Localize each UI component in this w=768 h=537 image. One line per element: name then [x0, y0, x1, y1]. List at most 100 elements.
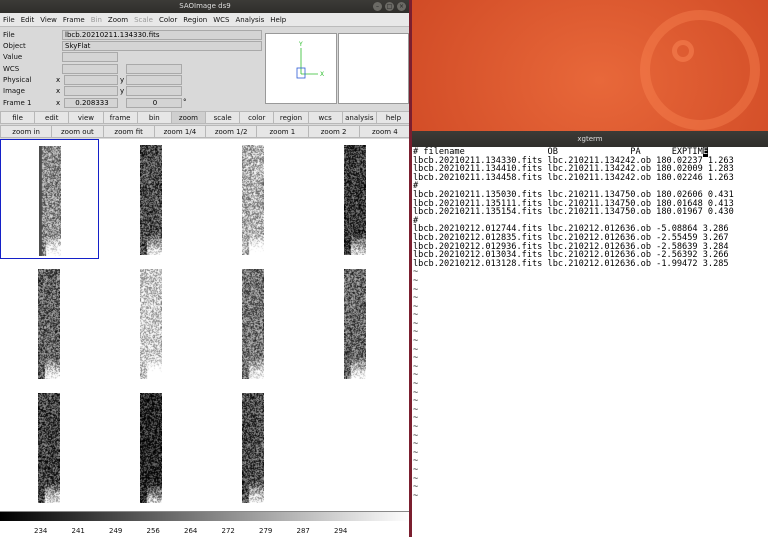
colorbar-scale: 234 241 249 256 264 272 279 287 294 [0, 521, 410, 537]
image-tile[interactable] [204, 263, 303, 383]
terminal-output[interactable]: # filename OB PA EXPTIME lbcb.20210211.13… [412, 147, 768, 500]
image-strip [344, 269, 366, 379]
terminal-empty-line: ~ [413, 320, 768, 329]
close-icon[interactable]: × [397, 2, 406, 11]
colorbar-tick-label: 256 [147, 527, 160, 535]
ds9-title: SAOImage ds9 [179, 2, 230, 10]
button-zoom-1-2[interactable]: zoom 1/2 [205, 125, 257, 138]
colorbar-tick-label: 279 [259, 527, 272, 535]
image-strip [242, 269, 264, 379]
button-zoom[interactable]: zoom [171, 111, 206, 124]
frame-x-label: x [56, 99, 60, 107]
terminal-empty-line: ~ [413, 380, 768, 389]
colorbar-tick-label: 264 [184, 527, 197, 535]
zoom-button-bar: zoom in zoom out zoom fit zoom 1/4 zoom 1/2 z… [0, 125, 410, 138]
image-tile[interactable] [0, 387, 99, 507]
maximize-icon[interactable]: □ [385, 2, 394, 11]
button-frame[interactable]: frame [103, 111, 138, 124]
image-tile[interactable] [102, 387, 201, 507]
menu-zoom[interactable]: Zoom [108, 16, 128, 24]
image-tile[interactable] [102, 139, 201, 259]
window-controls: – □ × [373, 2, 406, 11]
terminal-line: lbcb.20210211.134458.fits lbc.210211.134… [413, 174, 768, 183]
menu-region[interactable]: Region [183, 16, 207, 24]
button-edit[interactable]: edit [34, 111, 69, 124]
button-help[interactable]: help [376, 111, 410, 124]
menu-color[interactable]: Color [159, 16, 177, 24]
terminal-empty-line: ~ [413, 440, 768, 449]
image-strip [39, 146, 61, 256]
menu-scale[interactable]: Scale [134, 16, 153, 24]
colorbar-tick-label: 234 [34, 527, 47, 535]
button-zoom-2[interactable]: zoom 2 [308, 125, 360, 138]
terminal-empty-line: ~ [413, 294, 768, 303]
menu-analysis[interactable]: Analysis [235, 16, 264, 24]
image-strip [38, 393, 60, 503]
terminal-empty-line: ~ [413, 397, 768, 406]
button-zoom-1[interactable]: zoom 1 [256, 125, 308, 138]
wcs-label: WCS [3, 65, 19, 73]
ds9-menubar: File Edit View Frame Bin Zoom Scale Color Region… [0, 13, 410, 27]
terminal-empty-line: ~ [413, 449, 768, 458]
image-frame-area[interactable] [0, 139, 410, 511]
button-bar: file edit view frame bin zoom scale color region… [0, 111, 410, 124]
image-y-label: y [120, 87, 124, 95]
xgterm-titlebar[interactable]: xgterm [412, 131, 768, 147]
button-scale[interactable]: scale [205, 111, 240, 124]
button-zoom-in[interactable]: zoom in [0, 125, 52, 138]
image-label: Image [3, 87, 25, 95]
image-strip [140, 269, 162, 379]
terminal-empty-line: ~ [413, 492, 768, 501]
physical-label: Physical [3, 76, 31, 84]
value-label: Value [3, 53, 22, 61]
image-tile[interactable] [306, 263, 405, 383]
terminal-line: lbcb.20210211.135154.fits lbc.210211.134… [413, 208, 768, 217]
image-strip [140, 393, 162, 503]
terminal-empty-line: ~ [413, 371, 768, 380]
image-tile[interactable] [0, 263, 99, 383]
image-tile[interactable] [102, 263, 201, 383]
file-field: lbcb.20210211.134330.fits [62, 30, 262, 40]
button-zoom-1-4[interactable]: zoom 1/4 [154, 125, 206, 138]
menu-file[interactable]: File [3, 16, 15, 24]
panner-x-axis: X [320, 71, 324, 78]
panner[interactable]: Y X [265, 33, 337, 104]
menu-edit[interactable]: Edit [21, 16, 35, 24]
xgterm-window: xgterm # filename OB PA EXPTIME lbcb.2021… [412, 131, 768, 537]
button-color[interactable]: color [239, 111, 274, 124]
wallpaper-ubuntu-dot [672, 40, 694, 62]
button-view[interactable]: view [68, 111, 103, 124]
menu-help[interactable]: Help [270, 16, 286, 24]
button-zoom-4[interactable]: zoom 4 [359, 125, 410, 138]
terminal-empty-line: ~ [413, 406, 768, 415]
wcs-y-field [126, 64, 182, 74]
image-tile[interactable] [0, 139, 99, 259]
terminal-empty-line: ~ [413, 466, 768, 475]
ds9-titlebar[interactable]: SAOImage ds9 – □ × [0, 0, 410, 13]
minimize-icon[interactable]: – [373, 2, 382, 11]
button-file[interactable]: file [0, 111, 35, 124]
button-region[interactable]: region [273, 111, 308, 124]
terminal-line: lbcb.20210212.013128.fits lbc.210212.012… [413, 260, 768, 269]
button-wcs[interactable]: wcs [308, 111, 343, 124]
image-tile[interactable] [204, 139, 303, 259]
menu-bin[interactable]: Bin [91, 16, 102, 24]
colorbar-tick-label: 241 [72, 527, 85, 535]
terminal-empty-line: ~ [413, 414, 768, 423]
image-tile[interactable] [204, 387, 303, 507]
button-zoom-out[interactable]: zoom out [51, 125, 103, 138]
image-tile[interactable] [306, 139, 405, 259]
menu-wcs[interactable]: WCS [213, 16, 229, 24]
image-strip [38, 269, 60, 379]
physical-y-label: y [120, 76, 124, 84]
ds9-window: SAOImage ds9 – □ × File Edit View Frame Bin Z… [0, 0, 410, 537]
physical-x-label: x [56, 76, 60, 84]
colorbar-tick-label: 272 [222, 527, 235, 535]
image-strip [140, 145, 162, 255]
button-analysis[interactable]: analysis [342, 111, 377, 124]
button-bin[interactable]: bin [137, 111, 172, 124]
button-zoom-fit[interactable]: zoom fit [103, 125, 155, 138]
menu-frame[interactable]: Frame [63, 16, 85, 24]
menu-view[interactable]: View [40, 16, 57, 24]
angle-field: 0 [126, 98, 182, 108]
